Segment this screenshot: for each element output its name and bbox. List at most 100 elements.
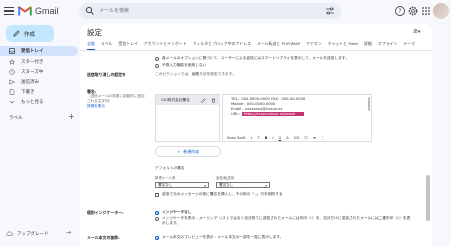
tab-advanced[interactable]: 詳細: [364, 40, 372, 50]
svg-text:?: ?: [398, 8, 401, 15]
sidebar-item-inbox[interactable]: 受信トレイ: [0, 46, 78, 56]
gmail-logo[interactable]: Gmail: [18, 5, 59, 16]
gmail-m-icon: [18, 6, 32, 16]
reply-signature-value: 署名なし: [219, 183, 234, 187]
italic-icon[interactable]: I: [272, 136, 273, 140]
settings-panel: 設定 あ▾ 全般 ラベル 受信トレイ アカウントとインポート フィルタとブロック…: [80, 24, 432, 246]
pencil-icon: [13, 30, 20, 37]
insert-signature-text: 返信で元のメッセージの前に署名を挿入し、その前の「--」行を削除する: [162, 192, 283, 196]
page-scrollbar[interactable]: [426, 175, 430, 221]
help-icon[interactable]: ?: [394, 5, 406, 17]
cloud-icon: [6, 231, 13, 236]
align-icon[interactable]: ≡: [313, 136, 316, 140]
new-mail-signature-select[interactable]: 署名なし ▾: [155, 182, 209, 188]
signature-defaults-heading: デフォルトの署名: [155, 166, 185, 170]
apps-grid-icon[interactable]: [420, 5, 432, 17]
font-size-icon[interactable]: T: [257, 136, 259, 140]
settings-gear-icon[interactable]: [407, 5, 419, 17]
search-bar[interactable]: [79, 3, 341, 19]
indicator-off-radio[interactable]: [155, 211, 159, 215]
snippets-on-radio[interactable]: [155, 236, 159, 240]
tab-addons[interactable]: アドオン: [306, 40, 322, 50]
search-options-icon[interactable]: [325, 6, 335, 16]
tab-forwarding[interactable]: メール転送と POP/IMAP: [257, 40, 300, 50]
indicator-on-text: インジケータを表示 - メーリング リストではなく自分宛てに送信されたメールには…: [162, 216, 411, 225]
create-signature-button[interactable]: + 新規作成: [155, 146, 221, 157]
text-color-icon[interactable]: A: [286, 136, 289, 140]
tab-offline[interactable]: オフライン: [378, 40, 397, 50]
chevron-down-icon: [9, 99, 15, 105]
search-icon[interactable]: [85, 6, 95, 16]
tab-themes[interactable]: テーマ: [403, 40, 415, 50]
signature-list: GIG株式会社署名: [155, 94, 220, 142]
chevron-down-icon: ▾: [204, 184, 206, 188]
sidebar-item-label: スヌーズ中: [21, 70, 44, 75]
indicator-off-text: インジケータなし: [162, 210, 192, 214]
smart-compose-radio-on[interactable]: [155, 57, 159, 61]
new-mail-signature-value: 署名なし: [158, 183, 173, 187]
snippets-on-text: メール本文のプレビューを表示 - メール本文の一部を一覧に表示します。: [162, 235, 284, 239]
tab-chat-meet[interactable]: チャットと Meet: [328, 40, 358, 50]
compose-label: 作成: [24, 31, 36, 38]
tab-inbox[interactable]: 受信トレイ: [118, 40, 137, 50]
compose-button[interactable]: 作成: [6, 25, 54, 42]
input-tools-icon[interactable]: あ▾: [413, 28, 421, 35]
sidebar-item-more[interactable]: もっと見る: [0, 97, 78, 107]
sidebar: 作成 受信トレイ スター付き スヌーズ中 送信済み 下書き もっと見る ラベル …: [0, 24, 80, 246]
new-mail-sig-label: 新規メール用: [155, 176, 176, 180]
sidebar-item-snoozed[interactable]: スヌーズ中: [0, 67, 78, 77]
arrow-right-icon[interactable]: →: [66, 229, 71, 236]
predict-off-text: 予測入力機能を使用しない: [162, 63, 207, 67]
tab-accounts[interactable]: アカウントとインポート: [144, 40, 187, 50]
app-name: Gmail: [35, 5, 59, 16]
tab-general[interactable]: 全般: [87, 40, 95, 50]
sidebar-item-label: 下書き: [21, 90, 35, 95]
bold-icon[interactable]: B: [265, 136, 268, 140]
sidebar-item-starred[interactable]: スター付き: [0, 57, 78, 67]
signature-details-link[interactable]: 詳細を表示: [87, 104, 147, 109]
font-family-select[interactable]: Sans Serif: [227, 136, 245, 140]
chevron-down-icon: ▾: [265, 184, 267, 188]
reply-sig-label: 返信/転送用: [216, 176, 235, 180]
labels-heading: ラベル: [9, 116, 23, 121]
sidebar-item-sent[interactable]: 送信済み: [0, 77, 78, 87]
tab-filters[interactable]: フィルタとブロック中のアドレス: [193, 40, 251, 50]
undo-send-label: 送信取り消しの設定を: [87, 72, 126, 77]
top-bar: Gmail ?: [0, 0, 451, 24]
star-icon: [9, 59, 15, 65]
settings-tabs: 全般 ラベル 受信トレイ アカウントとインポート フィルタとブロック中のアドレス…: [87, 40, 432, 50]
tabs-divider: [80, 50, 432, 51]
link-icon[interactable]: GO: [294, 136, 300, 140]
insert-signature-checkbox[interactable]: [155, 193, 159, 197]
sidebar-item-label: 送信済み: [21, 80, 39, 85]
tab-labels[interactable]: ラベル: [101, 40, 113, 50]
signature-item[interactable]: GIG株式会社署名: [156, 95, 220, 105]
upgrade-button[interactable]: アップグレード: [6, 230, 49, 237]
more-options-icon[interactable]: ⋮: [321, 136, 325, 140]
smart-compose-radio-off[interactable]: [155, 64, 159, 68]
personal-indicators-label: 個別インジケーター:: [87, 210, 124, 215]
page-title: 設定: [87, 28, 102, 37]
underline-icon[interactable]: U: [279, 136, 282, 140]
account-avatar[interactable]: [433, 3, 449, 19]
undo-send-text: このセクションでは、編集方法を設定できます。: [155, 72, 236, 76]
upgrade-label: アップグレード: [17, 231, 49, 237]
sidebar-item-label: もっと見る: [21, 100, 44, 105]
chevron-down-icon[interactable]: ▾: [250, 136, 252, 140]
signature-editor[interactable]: TEL：000-0000-0000 FAX：000-00-0000 Mobile…: [222, 94, 372, 142]
image-icon[interactable]: ☐: [305, 136, 308, 140]
main-menu-icon[interactable]: [4, 6, 14, 16]
reply-signature-select[interactable]: 署名なし ▾: [216, 182, 270, 188]
add-label-button[interactable]: +: [68, 112, 75, 121]
side-panel-rail: [432, 24, 451, 246]
search-input[interactable]: [99, 5, 319, 17]
gmail-window: Gmail ?: [0, 0, 451, 246]
pencil-icon[interactable]: [201, 97, 206, 103]
sidebar-item-drafts[interactable]: 下書き: [0, 87, 78, 97]
editor-scrollbar[interactable]: [368, 97, 370, 111]
trash-icon[interactable]: [211, 97, 216, 103]
indicator-on-radio[interactable]: [155, 217, 159, 221]
signature-sublabel: （送信メールの末尾に自動的に追加される文字列）: [87, 94, 145, 103]
signature-item-name: GIG株式会社署名: [161, 98, 190, 102]
clock-icon: [9, 69, 15, 75]
